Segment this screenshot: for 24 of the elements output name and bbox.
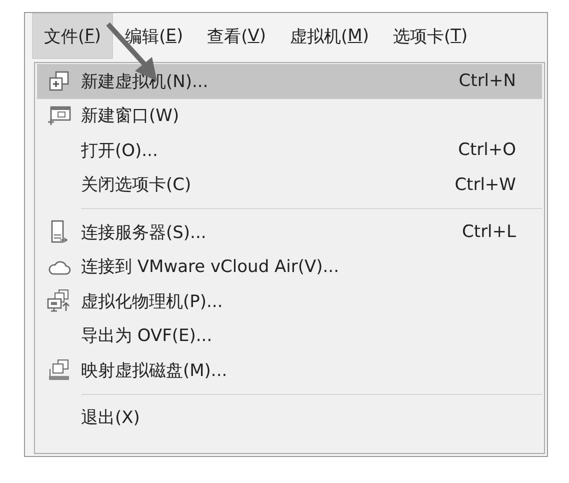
menu-item[interactable]: 打开(O)... Ctrl+O <box>37 133 542 168</box>
shortcut-label: Ctrl+W <box>454 174 516 195</box>
menu-item[interactable]: 退出(X) <box>37 400 542 435</box>
computer-icon <box>47 289 71 314</box>
menu-item[interactable]: 关闭选项卡(C) Ctrl+W <box>37 168 542 202</box>
disk-icon <box>47 359 71 382</box>
menu-item[interactable]: 导出为 OVF(E)... <box>37 318 542 353</box>
menu-bar-item[interactable]: 虚拟机(M) <box>278 13 381 59</box>
menu-item[interactable]: 新建窗口(W) <box>37 98 542 133</box>
menu-item[interactable]: 映射虚拟磁盘(M)... <box>37 353 542 388</box>
menu-bar-item[interactable]: 选项卡(T) <box>380 13 480 59</box>
menu-bar-item[interactable]: 编辑(E) <box>113 13 196 59</box>
menu-bar-item[interactable]: 查看(V) <box>195 13 278 59</box>
new-window-icon <box>47 106 71 126</box>
menu-bar-item[interactable]: 文件(F) <box>32 13 114 59</box>
shortcut-label: Ctrl+L <box>462 222 516 242</box>
server-icon <box>50 220 68 244</box>
menu-item[interactable]: 连接服务器(S)... Ctrl+L <box>37 215 542 250</box>
menu-item[interactable]: 虚拟化物理机(P)... <box>37 284 542 318</box>
menu-item[interactable]: 连接到 VMware vCloud Air(V)... <box>37 250 542 284</box>
shortcut-label: Ctrl+N <box>458 71 516 92</box>
shortcut-label: Ctrl+O <box>458 140 516 160</box>
new-vm-icon <box>48 70 70 92</box>
cloud-icon <box>47 258 71 275</box>
